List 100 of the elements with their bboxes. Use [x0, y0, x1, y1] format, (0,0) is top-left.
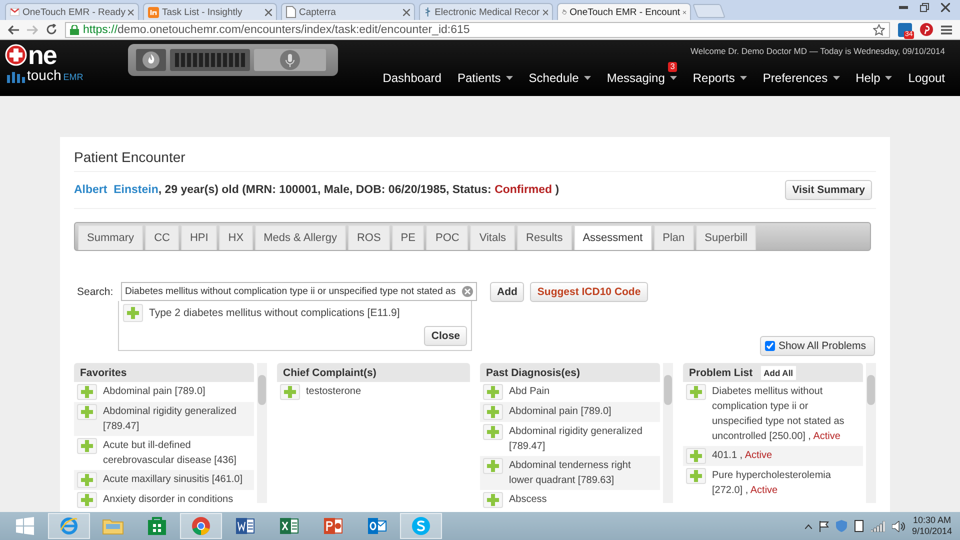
section-tab[interactable]: HX — [219, 225, 253, 250]
back-arrow-icon[interactable] — [8, 24, 19, 34]
close-icon[interactable] — [941, 3, 950, 12]
section-tab[interactable]: Results — [517, 225, 572, 250]
section-tab[interactable]: ROS — [348, 225, 390, 250]
browser-tab[interactable]: Task List - Insightly — [143, 3, 277, 20]
nav-menu-item[interactable]: Reports — [692, 71, 747, 85]
mail-icon — [10, 7, 20, 17]
add-button[interactable] — [77, 472, 97, 488]
plus-icon — [487, 386, 499, 398]
forward-arrow-icon[interactable] — [27, 24, 38, 34]
add-button[interactable] — [483, 424, 503, 440]
lock-icon — [70, 24, 79, 34]
microphone-icon[interactable] — [280, 50, 300, 70]
new-tab-button[interactable] — [692, 4, 726, 18]
restore-icon[interactable] — [920, 3, 929, 12]
logo-text: touch — [27, 68, 62, 83]
section-tab[interactable]: HPI — [180, 225, 218, 250]
diagnosis-text: Abscess — [509, 493, 547, 507]
checkbox[interactable] — [765, 341, 776, 351]
star-icon[interactable] — [873, 24, 885, 36]
close-icon[interactable] — [265, 8, 272, 16]
section-tab[interactable]: Vitals — [470, 225, 516, 250]
reload-icon[interactable] — [46, 24, 57, 35]
section-tab[interactable]: Plan — [654, 225, 694, 250]
signal-icon[interactable] — [870, 520, 885, 532]
speaker-icon[interactable] — [892, 520, 905, 532]
diagnosis-text: Anxiety disorder in conditions — [103, 493, 234, 507]
add-button[interactable] — [483, 384, 503, 400]
nav-menu-item[interactable]: Help — [856, 71, 892, 85]
nav-menu-item[interactable]: Messaging — [606, 71, 677, 85]
add-button[interactable] — [686, 384, 706, 400]
nav-menu-item[interactable]: Dashboard — [382, 71, 442, 85]
browser-tab[interactable]: OneTouch EMR - Encount — [557, 3, 691, 20]
browser-tab[interactable]: Capterra — [281, 3, 415, 20]
patient-name-link[interactable]: Albert Einstein — [74, 184, 158, 196]
diagnosis-text: Abdominal rigidity generalized [789.47] — [509, 425, 644, 454]
add-button[interactable] — [77, 492, 97, 508]
diagnosis-text: 401.1 , Active — [712, 449, 772, 463]
section-tab[interactable]: Meds & Allergy — [254, 225, 346, 250]
clock[interactable]: 10:30 AM 9/10/2014 — [912, 515, 952, 537]
add-button[interactable] — [686, 448, 706, 464]
scrollbar[interactable] — [663, 363, 673, 503]
plus-icon — [487, 460, 499, 472]
close-button[interactable]: Close — [424, 326, 467, 346]
nav-menu-item[interactable]: Patients — [457, 71, 513, 85]
nav-menu-item[interactable]: Schedule — [528, 71, 591, 85]
section-tab[interactable]: CC — [145, 225, 179, 250]
device-icon[interactable] — [854, 520, 864, 532]
add-button[interactable] — [483, 458, 503, 474]
add-button[interactable] — [77, 438, 97, 454]
presentation-icon — [323, 516, 343, 536]
staff-icon — [424, 6, 432, 18]
panel-title: Problem List — [689, 366, 753, 378]
browser-tab[interactable]: Electronic Medical Recor — [419, 3, 553, 20]
search-field[interactable]: Diabetes mellitus without complication type ii or unspecified type not stated as — [121, 282, 477, 301]
flag-icon[interactable] — [818, 520, 829, 532]
add-button[interactable] — [686, 468, 706, 484]
section-tab[interactable]: Superbill — [696, 225, 756, 250]
suggestion-text[interactable]: Type 2 diabetes mellitus without complications [E11.9] — [149, 307, 400, 319]
add-button[interactable] — [77, 384, 97, 400]
nav-menu-item[interactable]: Logout — [908, 71, 945, 85]
menu-icon[interactable] — [941, 24, 952, 34]
clear-icon[interactable] — [462, 286, 473, 297]
add-button[interactable] — [483, 404, 503, 420]
visit-summary-button[interactable]: Visit Summary — [785, 180, 872, 200]
suggest-code-button[interactable]: Suggest ICD10 Code — [530, 282, 648, 302]
browser-icon — [59, 516, 79, 536]
add-button[interactable] — [483, 492, 503, 508]
pin-logo-icon[interactable] — [920, 23, 933, 36]
address-bar[interactable]: https://demo.onetouchemr.com/encounters/index/task:edit/encounter_id:615 — [65, 22, 890, 38]
plus-icon — [690, 386, 702, 398]
show-all-problems-toggle[interactable]: Show All Problems — [760, 336, 875, 356]
close-icon[interactable] — [403, 8, 410, 16]
add-all-button[interactable]: Add All — [760, 366, 796, 380]
add-button[interactable] — [77, 404, 97, 420]
close-icon[interactable] — [128, 8, 134, 16]
close-icon[interactable] — [683, 8, 686, 16]
url-text: https://demo.onetouchemr.com/encounters/index/task:edit/encounter_id:615 — [83, 24, 470, 36]
add-button[interactable]: Add — [490, 282, 524, 302]
nav-menu-item[interactable]: Preferences — [762, 71, 840, 85]
add-button[interactable] — [123, 304, 143, 322]
diagnosis-text: Diabetes mellitus without complication type ii or unspecified type not stated as uncontrolled [250.00] , Active — [712, 385, 846, 444]
app-logo-icon — [148, 6, 159, 18]
plus-icon — [81, 406, 93, 418]
browser-tab[interactable]: OneTouch EMR - Ready — [5, 3, 139, 20]
add-button[interactable] — [280, 384, 300, 400]
scrollbar[interactable] — [257, 363, 267, 503]
section-tab[interactable]: Assessment — [574, 225, 652, 250]
taskbar-app[interactable] — [180, 513, 222, 539]
section-tab[interactable]: PE — [392, 225, 424, 250]
taskbar-app[interactable] — [48, 513, 90, 539]
close-icon[interactable] — [542, 8, 548, 16]
shield-icon[interactable] — [836, 520, 847, 532]
diagnosis-text: testosterone — [306, 385, 362, 399]
flame-icon[interactable] — [142, 51, 160, 69]
diagnosis-text: Pure hypercholesterolemia [272.0] , Active — [712, 469, 832, 498]
section-tab[interactable]: POC — [426, 225, 468, 250]
section-tab[interactable]: Summary — [78, 225, 144, 250]
scrollbar[interactable] — [866, 363, 876, 503]
